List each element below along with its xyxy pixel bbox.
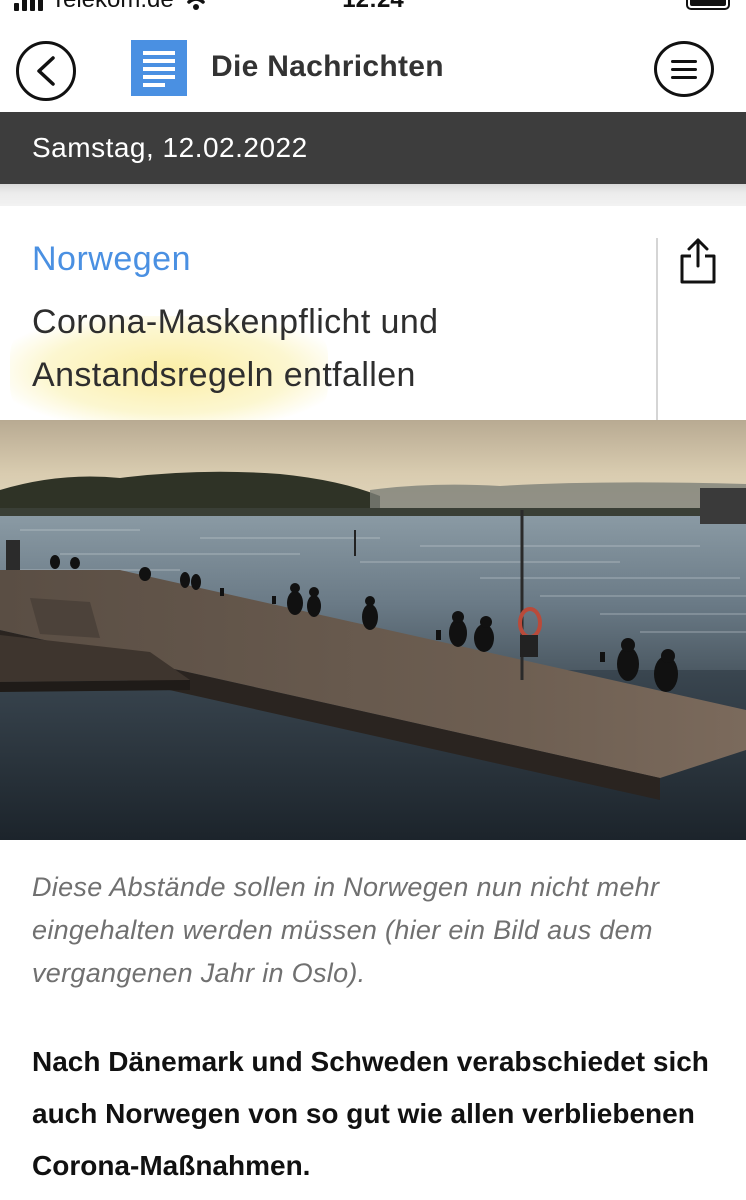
date-bar: Samstag, 12.02.2022 bbox=[0, 112, 746, 184]
document-icon bbox=[131, 40, 187, 96]
back-button[interactable] bbox=[16, 41, 76, 101]
harbor-photo bbox=[0, 420, 746, 840]
status-bar: Telekom.de 12:24 bbox=[0, 0, 746, 20]
article-headline[interactable]: Corona-Maskenpflicht und Anstandsregeln … bbox=[32, 296, 632, 402]
article-header[interactable]: Norwegen Corona-Maskenpflicht und Anstan… bbox=[0, 206, 746, 426]
hamburger-menu-icon bbox=[671, 59, 697, 63]
vertical-divider bbox=[656, 238, 658, 420]
share-icon bbox=[680, 238, 716, 284]
menu-button[interactable] bbox=[654, 41, 714, 97]
battery-icon bbox=[686, 0, 730, 10]
news-app-screen: Telekom.de 12:24 Die Nachrichten bbox=[0, 0, 746, 1200]
app-header: Die Nachrichten bbox=[0, 22, 746, 112]
image-caption: Diese Abstände sollen in Norwegen nun ni… bbox=[32, 872, 660, 988]
article-category: Norwegen bbox=[32, 240, 191, 278]
section-divider bbox=[0, 184, 746, 206]
date-label: Samstag, 12.02.2022 bbox=[32, 132, 308, 163]
app-title: Die Nachrichten bbox=[211, 50, 444, 83]
chevron-left-icon bbox=[37, 56, 55, 86]
article-image[interactable] bbox=[0, 420, 746, 840]
clock: 12:24 bbox=[0, 0, 746, 14]
share-button[interactable] bbox=[676, 236, 720, 288]
article-lead: Nach Dänemark und Schweden verabschiedet… bbox=[32, 1046, 709, 1181]
